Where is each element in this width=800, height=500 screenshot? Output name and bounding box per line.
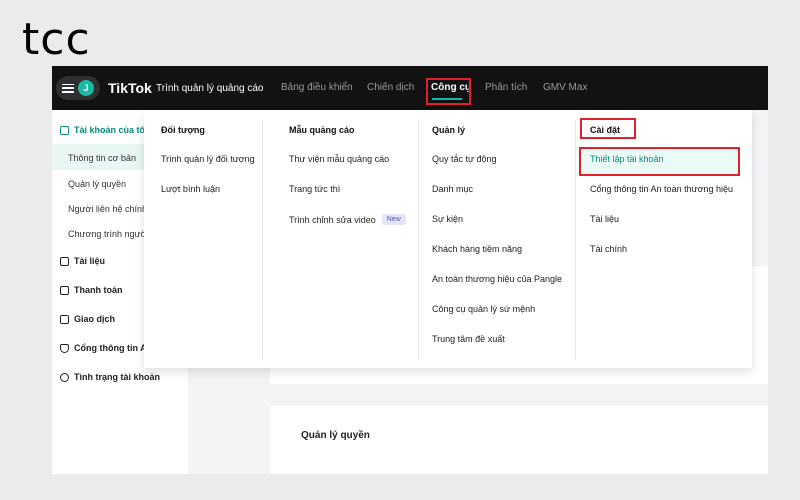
- sidebar-item-documents[interactable]: Tài liệu: [60, 256, 105, 266]
- sidebar-item-payment[interactable]: Thanh toán: [60, 285, 123, 295]
- nav-campaigns[interactable]: Chiến dịch: [367, 82, 414, 93]
- wallet-icon: [60, 285, 69, 295]
- sidebar-item-account-status[interactable]: Tình trạng tài khoản: [60, 372, 160, 382]
- column-title-creative: Mẫu quảng cáo: [289, 125, 355, 135]
- column-title-management: Quản lý: [432, 125, 466, 135]
- highlight-box-tools: [426, 78, 471, 105]
- sidebar-section-my-account[interactable]: Tài khoản của tôi: [60, 125, 148, 135]
- id-card-icon: [60, 125, 69, 135]
- menu-item-pangle-brand-safety[interactable]: An toàn thương hiệu của Pangle: [432, 274, 562, 284]
- tools-dropdown-menu: Đối tượng Trình quản lý đối tượng Lượt b…: [144, 110, 752, 368]
- sidebar-item-permissions[interactable]: Quản lý quyền: [68, 179, 126, 189]
- document-icon: [60, 256, 69, 266]
- sidebar-item-basic-info[interactable]: Thông tin cơ bản: [68, 153, 136, 163]
- tiktok-brand[interactable]: TikTok: [108, 80, 152, 96]
- column-title-audience: Đối tượng: [161, 125, 205, 135]
- menu-item-video-editor[interactable]: Trình chỉnh sửa video New: [289, 214, 406, 225]
- menu-item-audience-manager[interactable]: Trình quản lý đối tượng: [161, 154, 255, 164]
- nav-dashboard[interactable]: Bảng điều khiển: [281, 82, 353, 93]
- tcc-logo: tcc: [22, 14, 91, 65]
- tiktok-ads-manager-screenshot: J TikTok Trình quản lý quảng cáo Bảng đi…: [52, 66, 768, 474]
- highlight-box-account-setup: [579, 147, 740, 176]
- menu-item-recommendation-center[interactable]: Trung tâm đề xuất: [432, 334, 505, 344]
- menu-item-comments[interactable]: Lượt bình luận: [161, 184, 220, 194]
- menu-item-brand-safety-portal[interactable]: Cổng thông tin An toàn thương hiệu: [590, 184, 733, 194]
- ads-manager-label: Trình quản lý quảng cáo: [156, 83, 264, 94]
- column-divider: [418, 120, 419, 360]
- menu-item-documents[interactable]: Tài liệu: [590, 214, 619, 224]
- receipt-icon: [60, 314, 69, 324]
- account-menu-button[interactable]: J: [56, 76, 100, 100]
- hamburger-icon: [62, 83, 74, 93]
- sidebar-item-program[interactable]: Chương trình người: [68, 229, 148, 239]
- menu-item-catalog[interactable]: Danh mục: [432, 184, 473, 194]
- menu-item-finance[interactable]: Tài chính: [590, 244, 627, 254]
- nav-gmv-max[interactable]: GMV Max: [543, 82, 587, 93]
- status-icon: [60, 372, 69, 382]
- menu-item-automated-rules[interactable]: Quy tắc tự động: [432, 154, 497, 164]
- highlight-box-settings: [580, 118, 636, 139]
- sidebar-item-brand-safety-portal[interactable]: Cổng thông tin A: [60, 343, 147, 353]
- avatar: J: [78, 80, 94, 96]
- nav-analytics[interactable]: Phân tích: [485, 82, 527, 93]
- new-badge: New: [381, 214, 406, 225]
- menu-item-mission-manager[interactable]: Công cụ quản lý sứ mệnh: [432, 304, 535, 314]
- menu-item-events[interactable]: Sự kiện: [432, 214, 463, 224]
- column-divider: [575, 120, 576, 360]
- permissions-section-title: Quản lý quyền: [301, 430, 370, 441]
- menu-item-instant-page[interactable]: Trang tức thì: [289, 184, 340, 194]
- top-navigation-bar: J TikTok Trình quản lý quảng cáo Bảng đi…: [52, 66, 768, 110]
- sidebar-item-main-contact[interactable]: Người liên hệ chính: [68, 204, 147, 214]
- sidebar-item-transactions[interactable]: Giao dịch: [60, 314, 115, 324]
- menu-item-leads[interactable]: Khách hàng tiềm năng: [432, 244, 522, 254]
- shield-icon: [60, 343, 69, 353]
- menu-item-creative-library[interactable]: Thư viện mẫu quảng cáo: [289, 154, 389, 164]
- column-divider: [262, 120, 263, 360]
